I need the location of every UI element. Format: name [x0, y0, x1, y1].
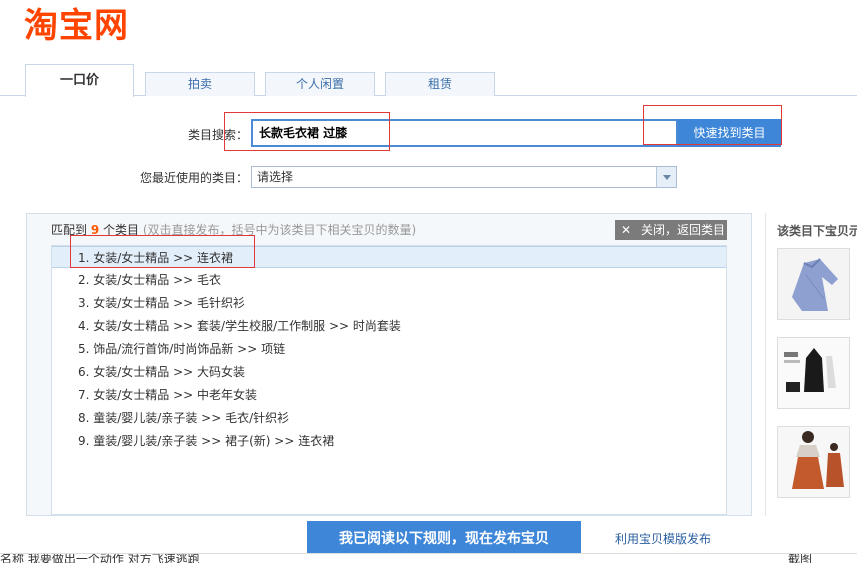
side-divider — [765, 213, 766, 516]
page: 淘宝网 一口价 拍卖 个人闲置 租赁 类目搜索： 长款毛衣裙 过膝 快速找到类目… — [0, 0, 857, 563]
category-result-item[interactable]: 7. 女装/女士精品 >> 中老年女装 — [52, 384, 726, 406]
tab-auction[interactable]: 拍卖 — [145, 72, 255, 96]
taobao-logo[interactable]: 淘宝网 — [24, 6, 129, 46]
category-result-item[interactable]: 5. 饰品/流行首饰/时尚饰品新 >> 项链 — [52, 338, 726, 360]
close-button-label: 关闭，返回类目 — [641, 223, 726, 237]
results-count: 9 — [90, 223, 100, 237]
results-prefix: 匹配到 — [51, 223, 88, 237]
tab-personal-idle[interactable]: 个人闲置 — [265, 72, 375, 96]
tab-fixed-price[interactable]: 一口价 — [25, 64, 134, 97]
publish-with-template-link[interactable]: 利用宝贝模版发布 — [615, 530, 711, 547]
category-result-item[interactable]: 2. 女装/女士精品 >> 毛衣 — [52, 269, 726, 291]
category-search-label: 类目搜索： — [187, 128, 248, 142]
bottom-taskbar-strip: 名称 我要做出一个动作 对方飞速逃跑 截图 — [0, 553, 857, 563]
category-sample-title: 该类目下宝贝示 — [777, 224, 857, 238]
category-result-item[interactable]: 6. 女装/女士精品 >> 大码女装 — [52, 361, 726, 383]
category-result-item[interactable]: 8. 童装/婴儿装/亲子装 >> 毛衣/针织衫 — [52, 407, 726, 429]
agree-and-publish-button[interactable]: 我已阅读以下规则，现在发布宝贝 — [307, 521, 581, 557]
tab-rental[interactable]: 租赁 — [385, 72, 495, 96]
sample-item-thumbnail[interactable] — [777, 426, 850, 498]
publish-type-tabs: 一口价 拍卖 个人闲置 租赁 — [0, 64, 857, 97]
chevron-down-icon[interactable] — [656, 167, 676, 187]
recent-category-value: 请选择 — [257, 170, 294, 184]
bottom-strip-right-text: 截图 — [788, 553, 813, 563]
category-results-list: 1. 女装/女士精品 >> 连衣裙 2. 女装/女士精品 >> 毛衣 3. 女装/女… — [51, 245, 727, 515]
recent-category-label: 您最近使用的类目： — [139, 171, 248, 185]
results-summary: 匹配到 9 个类目 (双击直接发布，括号中为该类目下相关宝贝的数量) — [51, 221, 416, 238]
category-results-panel: 匹配到 9 个类目 (双击直接发布，括号中为该类目下相关宝贝的数量) ✕ 关闭，返… — [26, 213, 752, 516]
close-return-category-button[interactable]: ✕ 关闭，返回类目 — [615, 220, 727, 240]
category-result-item[interactable]: 9. 童装/婴儿装/亲子装 >> 裙子(新) >> 连衣裙 — [52, 430, 726, 452]
results-hint: (双击直接发布，括号中为该类目下相关宝贝的数量) — [142, 223, 417, 237]
sample-item-thumbnail[interactable] — [777, 248, 850, 320]
results-unit: 个类目 — [103, 223, 140, 237]
category-result-item[interactable]: 3. 女装/女士精品 >> 毛针织衫 — [52, 292, 726, 314]
category-search-input[interactable]: 长款毛衣裙 过膝 — [251, 119, 678, 147]
quick-find-category-button[interactable]: 快速找到类目 — [678, 119, 781, 147]
category-result-item[interactable]: 4. 女装/女士精品 >> 套装/学生校服/工作制服 >> 时尚套装 — [52, 315, 726, 337]
category-result-item[interactable]: 1. 女装/女士精品 >> 连衣裙 — [52, 246, 726, 268]
sample-item-thumbnail[interactable] — [777, 337, 850, 409]
bottom-strip-text: 名称 我要做出一个动作 对方飞速逃跑 — [0, 553, 200, 563]
close-icon: ✕ — [621, 223, 632, 237]
recent-category-select[interactable]: 请选择 — [251, 166, 677, 188]
